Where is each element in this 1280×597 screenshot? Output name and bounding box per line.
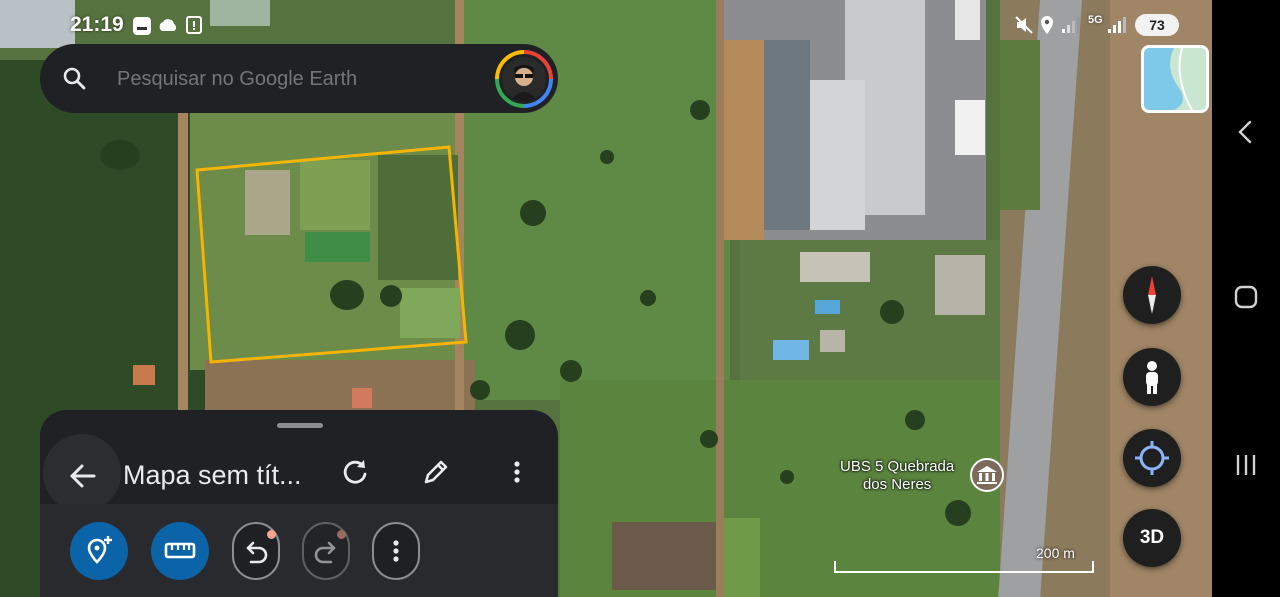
place-label-line1: UBS 5 Quebrada <box>840 458 955 475</box>
redo-button[interactable] <box>302 522 350 580</box>
drag-handle[interactable] <box>277 423 323 428</box>
search-bar[interactable] <box>40 44 558 113</box>
map-layers-icon <box>1144 48 1206 110</box>
street-view-button[interactable] <box>1123 348 1181 406</box>
add-place-button[interactable] <box>70 522 128 580</box>
more-actions-button[interactable] <box>372 522 420 580</box>
add-place-icon <box>87 536 112 564</box>
pegman-icon <box>1146 361 1158 394</box>
refresh-icon[interactable] <box>337 454 373 490</box>
bottom-sheet[interactable]: Mapa sem tít... <box>40 410 558 597</box>
status-time: 21:19 <box>70 13 124 36</box>
nav-back-icon[interactable] <box>1234 118 1258 151</box>
signal-icon <box>1060 15 1082 39</box>
compass-icon <box>1148 276 1156 314</box>
sheet-toolbar: Mapa sem tít... <box>40 432 558 512</box>
undo-badge <box>267 530 276 539</box>
battery-indicator: 73 <box>1135 14 1179 36</box>
sheet-actions <box>40 504 558 597</box>
health-center-icon[interactable] <box>970 458 1004 492</box>
sim-alert-icon <box>185 15 203 39</box>
scale-label: 200 m <box>1036 545 1075 561</box>
mute-icon <box>1014 15 1034 39</box>
my-location-icon <box>1135 441 1169 475</box>
android-nav-bar <box>1212 0 1280 597</box>
3d-label: 3D <box>1139 527 1165 548</box>
map-title[interactable]: Mapa sem tít... <box>123 460 302 491</box>
map-layers-button[interactable] <box>1141 45 1209 113</box>
network-type: 5G <box>1088 14 1103 26</box>
ruler-icon <box>164 542 196 559</box>
place-label-line2: dos Neres <box>862 476 932 493</box>
more-vert-icon[interactable] <box>499 454 535 490</box>
nav-home-icon[interactable] <box>1234 285 1258 316</box>
measure-button[interactable] <box>151 522 209 580</box>
scale-bar <box>834 561 1094 573</box>
notification-icon <box>131 15 153 41</box>
more-vert-icon <box>393 540 399 562</box>
compass-button[interactable] <box>1123 266 1181 324</box>
pencil-icon[interactable] <box>418 454 454 490</box>
undo-button[interactable] <box>232 522 280 580</box>
arrow-back-icon <box>70 464 96 488</box>
location-icon <box>1040 15 1054 39</box>
3d-toggle-button[interactable]: 3D <box>1123 509 1181 567</box>
search-input[interactable] <box>117 64 477 94</box>
nav-recents-icon[interactable] <box>1234 452 1258 483</box>
cloud-icon <box>157 17 179 37</box>
redo-badge <box>337 530 346 539</box>
signal-icon <box>1106 15 1128 39</box>
my-location-button[interactable] <box>1123 429 1181 487</box>
place-label[interactable]: UBS 5 Quebrada dos Neres <box>840 458 954 494</box>
search-icon[interactable] <box>60 64 90 94</box>
avatar[interactable] <box>495 50 553 108</box>
back-button[interactable] <box>43 434 121 512</box>
avatar-image <box>499 54 549 104</box>
